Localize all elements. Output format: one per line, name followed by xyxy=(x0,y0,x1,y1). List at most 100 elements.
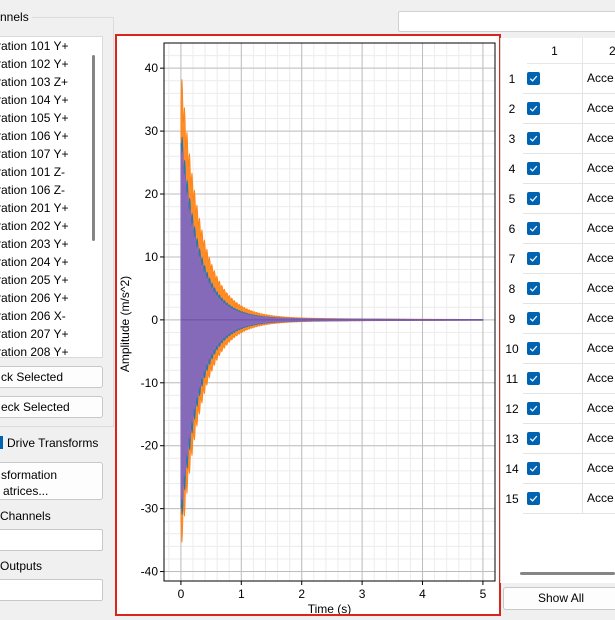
row-header[interactable]: 7 xyxy=(501,252,524,266)
checkbox-checked-icon[interactable] xyxy=(527,402,540,415)
table-cell-checkbox[interactable] xyxy=(523,244,583,274)
table-cell-text[interactable]: Acce xyxy=(583,394,615,424)
channel-list-item[interactable]: ration 204 Y+ xyxy=(0,253,102,271)
row-header[interactable]: 12 xyxy=(501,402,524,416)
table-cell-checkbox[interactable] xyxy=(523,184,583,214)
transformation-matrices-button[interactable]: sformation atrices... xyxy=(0,462,103,500)
channel-list[interactable]: ration 101 Y+ ration 102 Y+ ration 103 Z+ r… xyxy=(0,36,103,358)
checkbox-checked-icon[interactable] xyxy=(527,252,540,265)
table-cell-text[interactable]: Acce xyxy=(583,364,615,394)
table-cell-text[interactable]: Acce xyxy=(583,484,615,514)
amplitude-chart[interactable]: 0 1 2 3 4 5 40 30 20 10 0 -10 -20 -30 -40 Time (s) Ampli… xyxy=(117,36,499,614)
checkbox-checked-icon[interactable] xyxy=(527,342,540,355)
channel-list-item[interactable]: ration 208 Y+ xyxy=(0,343,102,357)
channel-list-item[interactable]: ration 207 Y+ xyxy=(0,325,102,343)
checkbox-checked-icon[interactable] xyxy=(527,72,540,85)
table-cell-checkbox[interactable] xyxy=(523,214,583,244)
table-cell-text[interactable]: Acce xyxy=(583,424,615,454)
uncheck-selected-label: eck Selected xyxy=(1,400,70,414)
channel-list-item[interactable]: ration 106 Y+ xyxy=(0,127,102,145)
row-header[interactable]: 14 xyxy=(501,462,524,476)
table-cell-text[interactable]: Acce xyxy=(583,274,615,304)
channel-list-item[interactable]: ration 206 Y+ xyxy=(0,289,102,307)
checkbox-checked-icon[interactable] xyxy=(527,312,540,325)
table-cell-checkbox[interactable] xyxy=(523,424,583,454)
row-header[interactable]: 8 xyxy=(501,282,524,296)
channel-list-item[interactable]: ration 201 Y+ xyxy=(0,199,102,217)
table-cell-checkbox[interactable] xyxy=(523,364,583,394)
channel-list-item[interactable]: ration 101 Y+ xyxy=(0,37,102,55)
row-header[interactable]: 15 xyxy=(501,492,524,506)
table-cell-checkbox[interactable] xyxy=(523,304,583,334)
column-header-1[interactable]: 1 xyxy=(527,38,583,64)
row-header[interactable]: 2 xyxy=(501,102,524,116)
table-cell-checkbox[interactable] xyxy=(523,394,583,424)
channel-list-item[interactable]: ration 101 Z- xyxy=(0,163,102,181)
top-input-field[interactable] xyxy=(398,11,615,32)
drive-transforms-checkbox[interactable] xyxy=(0,436,3,449)
uncheck-selected-button[interactable]: eck Selected xyxy=(0,396,103,418)
row-header[interactable]: 10 xyxy=(501,342,524,356)
checkbox-checked-icon[interactable] xyxy=(527,432,540,445)
channel-list-item[interactable]: ration 102 Y+ xyxy=(0,55,102,73)
channel-list-item[interactable]: ration 104 Y+ xyxy=(0,91,102,109)
checkbox-checked-icon[interactable] xyxy=(527,492,540,505)
checkbox-checked-icon[interactable] xyxy=(527,102,540,115)
check-selected-button[interactable]: ck Selected xyxy=(0,366,103,388)
table-cell-text[interactable]: Acce xyxy=(583,94,615,124)
checkbox-checked-icon[interactable] xyxy=(527,462,540,475)
table-cell-checkbox[interactable] xyxy=(523,274,583,304)
channel-list-item[interactable]: ration 205 Y+ xyxy=(0,271,102,289)
table-horizontal-scrollbar[interactable] xyxy=(520,569,615,577)
row-header[interactable]: 13 xyxy=(501,432,524,446)
row-header[interactable]: 4 xyxy=(501,162,524,176)
table-cell-text[interactable]: Acce xyxy=(583,304,615,334)
table-cell-checkbox[interactable] xyxy=(523,454,583,484)
row-header[interactable]: 11 xyxy=(501,372,524,386)
table-cell-checkbox[interactable] xyxy=(523,484,583,514)
row-header[interactable]: 6 xyxy=(501,222,524,236)
outputs-field[interactable] xyxy=(0,579,103,601)
checkbox-checked-icon[interactable] xyxy=(527,192,540,205)
channel-list-item[interactable]: ration 206 X- xyxy=(0,307,102,325)
checkbox-checked-icon[interactable] xyxy=(527,372,540,385)
channel-list-scrollbar-thumb[interactable] xyxy=(92,55,95,241)
plot-panel[interactable]: 0 1 2 3 4 5 40 30 20 10 0 -10 -20 -30 -40 Time (s) Ampli… xyxy=(115,34,501,616)
column-header-2[interactable]: 2 xyxy=(583,38,615,64)
table-cell-checkbox[interactable] xyxy=(523,94,583,124)
x-tick-label: 3 xyxy=(359,587,366,601)
checkbox-checked-icon[interactable] xyxy=(527,162,540,175)
row-header[interactable]: 9 xyxy=(501,312,524,326)
channels-field[interactable] xyxy=(0,529,103,551)
y-tick-label: -10 xyxy=(141,376,159,390)
channel-list-item[interactable]: ration 107 Y+ xyxy=(0,145,102,163)
table-cell-checkbox[interactable] xyxy=(523,154,583,184)
channel-list-item[interactable]: ration 203 Y+ xyxy=(0,235,102,253)
checkbox-checked-icon[interactable] xyxy=(527,282,540,295)
channel-list-item[interactable]: ration 106 Z- xyxy=(0,181,102,199)
row-header[interactable]: 5 xyxy=(501,192,524,206)
table-cell-text[interactable]: Acce xyxy=(583,334,615,364)
checkbox-checked-icon[interactable] xyxy=(527,132,540,145)
table-cell-checkbox[interactable] xyxy=(523,124,583,154)
table-horizontal-scrollbar-thumb[interactable] xyxy=(520,572,615,575)
channel-list-item[interactable]: ration 103 Z+ xyxy=(0,73,102,91)
checkbox-checked-icon[interactable] xyxy=(527,222,540,235)
table-cell-text[interactable]: Acce xyxy=(583,214,615,244)
row-header[interactable]: 1 xyxy=(501,72,524,86)
channel-table[interactable]: 1 2 1 Acce 2 Acce 3 Acce 4 Acce 5 Acce 6 Acce 7 Acce 8… xyxy=(500,38,615,583)
table-cell-text[interactable]: Acce xyxy=(583,124,615,154)
table-cell-text[interactable]: Acce xyxy=(583,154,615,184)
channel-list-item[interactable]: ration 202 Y+ xyxy=(0,217,102,235)
x-tick-label: 4 xyxy=(419,587,426,601)
show-all-button[interactable]: Show All xyxy=(503,587,615,610)
table-cell-checkbox[interactable] xyxy=(523,334,583,364)
channel-list-item[interactable]: ration 105 Y+ xyxy=(0,109,102,127)
row-header[interactable]: 3 xyxy=(501,132,524,146)
table-cell-checkbox[interactable] xyxy=(523,64,583,94)
table-cell-text[interactable]: Acce xyxy=(583,184,615,214)
table-cell-text[interactable]: Acce xyxy=(583,64,615,94)
table-cell-text[interactable]: Acce xyxy=(583,244,615,274)
channel-list-scrollbar[interactable] xyxy=(88,37,100,357)
table-cell-text[interactable]: Acce xyxy=(583,454,615,484)
